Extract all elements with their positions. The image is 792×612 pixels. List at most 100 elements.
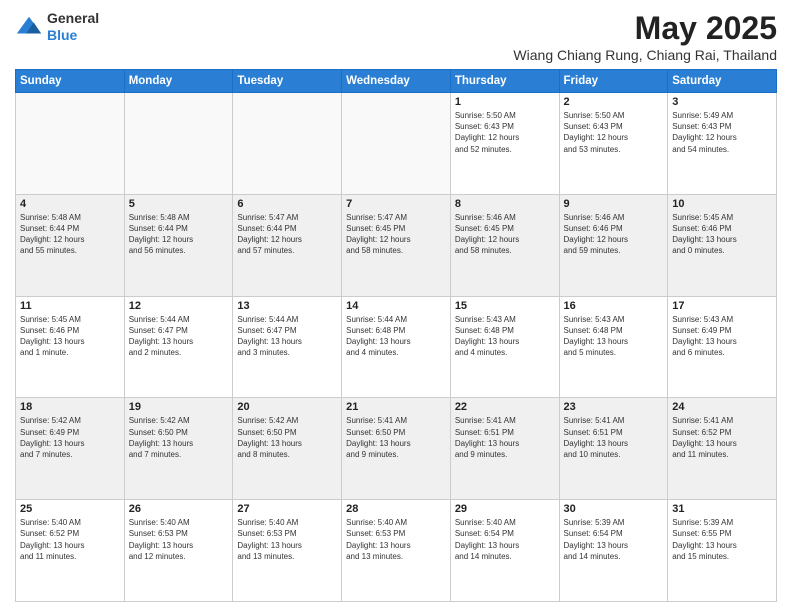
day-info: Sunrise: 5:46 AMSunset: 6:46 PMDaylight:… <box>564 212 664 257</box>
calendar-week-2: 4 Sunrise: 5:48 AMSunset: 6:44 PMDaylight… <box>16 194 777 296</box>
calendar-cell: 22Sunrise: 5:41 AMSunset: 6:51 PMDayligh… <box>450 398 559 500</box>
day-number: 31 <box>672 503 772 515</box>
calendar-header: Sunday Monday Tuesday Wednesday Thursday… <box>16 70 777 93</box>
day-info: Sunrise: 5:49 AMSunset: 6:43 PMDaylight:… <box>672 110 772 155</box>
day-info: Sunrise: 5:43 AMSunset: 6:48 PMDaylight:… <box>455 314 555 359</box>
calendar-cell: 18Sunrise: 5:42 AMSunset: 6:49 PMDayligh… <box>16 398 125 500</box>
calendar-cell: 14Sunrise: 5:44 AMSunset: 6:48 PMDayligh… <box>342 296 451 398</box>
title-block: May 2025 Wiang Chiang Rung, Chiang Rai, … <box>513 10 777 63</box>
day-number: 9 <box>564 198 664 210</box>
day-info: Sunrise: 5:41 AMSunset: 6:50 PMDaylight:… <box>346 415 446 460</box>
day-number: 23 <box>564 401 664 413</box>
calendar-cell: 30Sunrise: 5:39 AMSunset: 6:54 PMDayligh… <box>559 500 668 602</box>
location: Wiang Chiang Rung, Chiang Rai, Thailand <box>513 47 777 63</box>
day-number: 12 <box>129 300 229 312</box>
col-saturday: Saturday <box>668 70 777 93</box>
month-year: May 2025 <box>513 10 777 47</box>
calendar-cell: 19Sunrise: 5:42 AMSunset: 6:50 PMDayligh… <box>124 398 233 500</box>
calendar-cell: 11Sunrise: 5:45 AMSunset: 6:46 PMDayligh… <box>16 296 125 398</box>
calendar-cell: 29 Sunrise: 5:40 AMSunset: 6:54 PMDayligh… <box>450 500 559 602</box>
calendar-cell: 8Sunrise: 5:46 AMSunset: 6:45 PMDaylight… <box>450 194 559 296</box>
day-info: Sunrise: 5:47 AMSunset: 6:45 PMDaylight:… <box>346 212 446 257</box>
day-number: 27 <box>237 503 337 515</box>
header: General Blue May 2025 Wiang Chiang Rung,… <box>15 10 777 63</box>
day-number: 25 <box>20 503 120 515</box>
calendar-cell <box>16 93 125 195</box>
day-info: Sunrise: 5:42 AMSunset: 6:50 PMDaylight:… <box>237 415 337 460</box>
day-number: 21 <box>346 401 446 413</box>
col-monday: Monday <box>124 70 233 93</box>
calendar-cell <box>233 93 342 195</box>
day-number: 15 <box>455 300 555 312</box>
day-info: Sunrise: 5:40 AMSunset: 6:54 PMDaylight:… <box>455 517 555 562</box>
calendar-cell: 5 Sunrise: 5:48 AMSunset: 6:44 PMDaylight… <box>124 194 233 296</box>
day-number: 7 <box>346 198 446 210</box>
day-number: 3 <box>672 96 772 108</box>
day-number: 4 <box>20 198 120 210</box>
day-info: Sunrise: 5:43 AMSunset: 6:49 PMDaylight:… <box>672 314 772 359</box>
calendar-cell: 7 Sunrise: 5:47 AMSunset: 6:45 PMDaylight… <box>342 194 451 296</box>
calendar-cell: 12 Sunrise: 5:44 AMSunset: 6:47 PMDayligh… <box>124 296 233 398</box>
calendar-cell: 17 Sunrise: 5:43 AMSunset: 6:49 PMDayligh… <box>668 296 777 398</box>
logo: General Blue <box>15 10 99 44</box>
calendar-cell: 27 Sunrise: 5:40 AMSunset: 6:53 PMDayligh… <box>233 500 342 602</box>
calendar-week-3: 11Sunrise: 5:45 AMSunset: 6:46 PMDayligh… <box>16 296 777 398</box>
calendar-cell: 13 Sunrise: 5:44 AMSunset: 6:47 PMDayligh… <box>233 296 342 398</box>
day-number: 29 <box>455 503 555 515</box>
calendar-week-5: 25Sunrise: 5:40 AMSunset: 6:52 PMDayligh… <box>16 500 777 602</box>
day-number: 1 <box>455 96 555 108</box>
day-number: 13 <box>237 300 337 312</box>
day-info: Sunrise: 5:45 AMSunset: 6:46 PMDaylight:… <box>672 212 772 257</box>
col-wednesday: Wednesday <box>342 70 451 93</box>
day-info: Sunrise: 5:40 AMSunset: 6:53 PMDaylight:… <box>237 517 337 562</box>
day-info: Sunrise: 5:44 AMSunset: 6:47 PMDaylight:… <box>129 314 229 359</box>
day-info: Sunrise: 5:45 AMSunset: 6:46 PMDaylight:… <box>20 314 120 359</box>
logo-icon <box>15 13 43 41</box>
day-info: Sunrise: 5:41 AMSunset: 6:52 PMDaylight:… <box>672 415 772 460</box>
day-info: Sunrise: 5:44 AMSunset: 6:47 PMDaylight:… <box>237 314 337 359</box>
day-info: Sunrise: 5:48 AMSunset: 6:44 PMDaylight:… <box>20 212 120 257</box>
day-number: 17 <box>672 300 772 312</box>
day-number: 26 <box>129 503 229 515</box>
calendar-cell: 24 Sunrise: 5:41 AMSunset: 6:52 PMDayligh… <box>668 398 777 500</box>
calendar-cell: 15 Sunrise: 5:43 AMSunset: 6:48 PMDayligh… <box>450 296 559 398</box>
calendar-cell <box>342 93 451 195</box>
day-info: Sunrise: 5:43 AMSunset: 6:48 PMDaylight:… <box>564 314 664 359</box>
calendar-cell: 23 Sunrise: 5:41 AMSunset: 6:51 PMDayligh… <box>559 398 668 500</box>
day-number: 28 <box>346 503 446 515</box>
day-number: 10 <box>672 198 772 210</box>
logo-text: General Blue <box>47 10 99 44</box>
day-number: 19 <box>129 401 229 413</box>
calendar-cell: 2Sunrise: 5:50 AMSunset: 6:43 PMDaylight… <box>559 93 668 195</box>
calendar-cell: 10 Sunrise: 5:45 AMSunset: 6:46 PMDayligh… <box>668 194 777 296</box>
calendar-cell: 1 Sunrise: 5:50 AMSunset: 6:43 PMDaylight… <box>450 93 559 195</box>
calendar-cell: 25Sunrise: 5:40 AMSunset: 6:52 PMDayligh… <box>16 500 125 602</box>
day-info: Sunrise: 5:50 AMSunset: 6:43 PMDaylight:… <box>455 110 555 155</box>
day-info: Sunrise: 5:41 AMSunset: 6:51 PMDaylight:… <box>455 415 555 460</box>
day-number: 16 <box>564 300 664 312</box>
day-number: 14 <box>346 300 446 312</box>
calendar-cell: 31 Sunrise: 5:39 AMSunset: 6:55 PMDayligh… <box>668 500 777 602</box>
day-info: Sunrise: 5:39 AMSunset: 6:54 PMDaylight:… <box>564 517 664 562</box>
day-info: Sunrise: 5:48 AMSunset: 6:44 PMDaylight:… <box>129 212 229 257</box>
calendar-cell: 26Sunrise: 5:40 AMSunset: 6:53 PMDayligh… <box>124 500 233 602</box>
calendar-table: Sunday Monday Tuesday Wednesday Thursday… <box>15 69 777 602</box>
calendar-cell: 9 Sunrise: 5:46 AMSunset: 6:46 PMDaylight… <box>559 194 668 296</box>
page: General Blue May 2025 Wiang Chiang Rung,… <box>0 0 792 612</box>
day-number: 20 <box>237 401 337 413</box>
day-info: Sunrise: 5:47 AMSunset: 6:44 PMDaylight:… <box>237 212 337 257</box>
calendar-week-4: 18Sunrise: 5:42 AMSunset: 6:49 PMDayligh… <box>16 398 777 500</box>
col-tuesday: Tuesday <box>233 70 342 93</box>
day-number: 5 <box>129 198 229 210</box>
day-info: Sunrise: 5:42 AMSunset: 6:49 PMDaylight:… <box>20 415 120 460</box>
calendar-cell: 6Sunrise: 5:47 AMSunset: 6:44 PMDaylight… <box>233 194 342 296</box>
day-info: Sunrise: 5:41 AMSunset: 6:51 PMDaylight:… <box>564 415 664 460</box>
calendar-cell: 21 Sunrise: 5:41 AMSunset: 6:50 PMDayligh… <box>342 398 451 500</box>
day-info: Sunrise: 5:39 AMSunset: 6:55 PMDaylight:… <box>672 517 772 562</box>
day-number: 24 <box>672 401 772 413</box>
day-number: 2 <box>564 96 664 108</box>
col-friday: Friday <box>559 70 668 93</box>
calendar-cell: 3 Sunrise: 5:49 AMSunset: 6:43 PMDaylight… <box>668 93 777 195</box>
calendar-body: 1 Sunrise: 5:50 AMSunset: 6:43 PMDaylight… <box>16 93 777 602</box>
col-sunday: Sunday <box>16 70 125 93</box>
